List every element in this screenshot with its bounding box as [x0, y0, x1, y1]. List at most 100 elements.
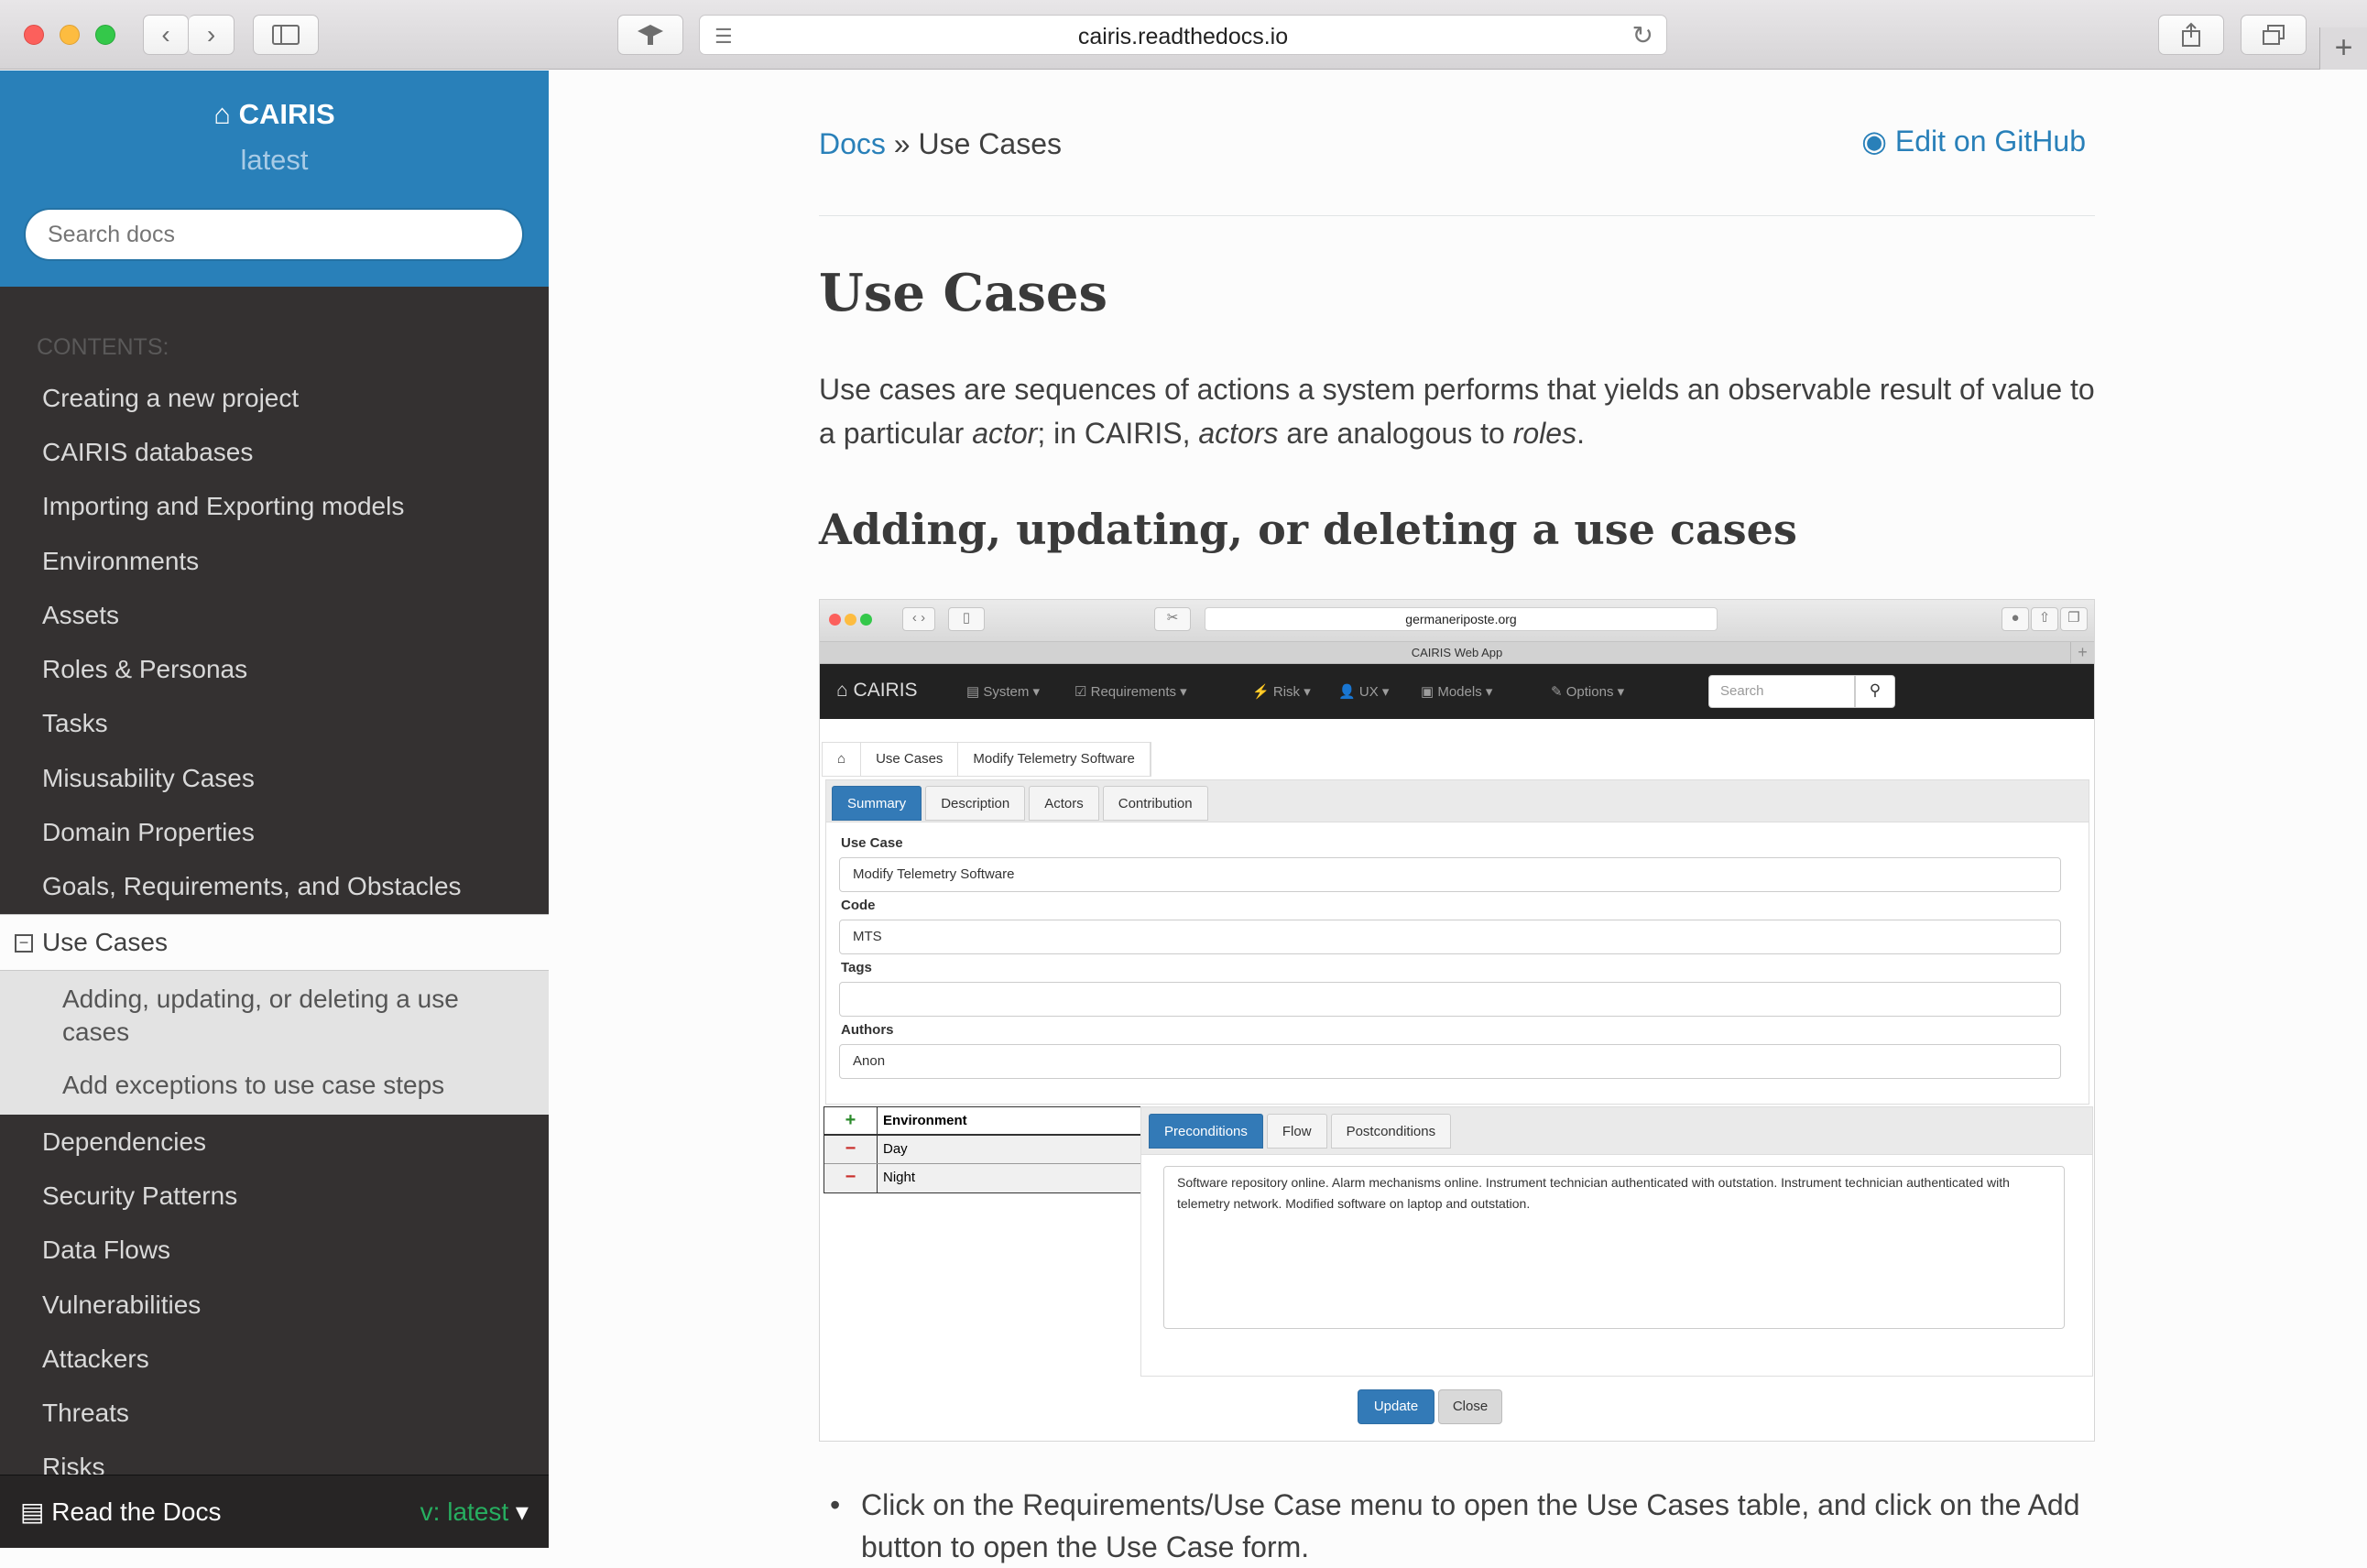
nav-current-label: Use Cases: [42, 927, 168, 956]
screenshot-menu-options: ✎ Options ▾: [1551, 684, 1625, 700]
sidebar-header: ⌂ CAIRIS latest: [0, 71, 549, 287]
graduation-cap-icon: [638, 25, 663, 45]
screenshot-tab: Actors: [1029, 786, 1099, 821]
screenshot-menu-ux: 👤 UX ▾: [1338, 684, 1390, 700]
screenshot-remove-icon: −: [824, 1164, 878, 1192]
screenshot-field: MTS: [839, 920, 2061, 954]
minimize-window-button[interactable]: [60, 25, 80, 45]
chevron-left-icon: ‹: [161, 20, 170, 49]
nav-item[interactable]: Attackers: [0, 1332, 549, 1386]
nav-list: Creating a new project CAIRIS databases …: [0, 371, 549, 1495]
browser-toolbar: ‹ › ☰ cairis.readthedocs.io ↻ +: [0, 0, 2367, 70]
version-selector[interactable]: v: latest ▾: [420, 1497, 529, 1527]
screenshot-field: Anon: [839, 1044, 2061, 1079]
nav-item[interactable]: Goals, Requirements, and Obstacles: [0, 860, 549, 914]
screenshot-field: Modify Telemetry Software: [839, 857, 2061, 892]
show-tabs-button[interactable]: [2241, 15, 2307, 55]
tabs-icon: [2263, 25, 2285, 45]
nav-item[interactable]: Threats: [0, 1386, 549, 1440]
forward-button[interactable]: ›: [189, 15, 235, 55]
screenshot-menu-models: ▣ Models ▾: [1421, 684, 1493, 700]
screenshot-tab: Preconditions: [1149, 1114, 1263, 1149]
use-case-form-screenshot: ‹ › ▯ ✂ germaneriposte.org ● ⇧ ❐ CAIRIS …: [819, 599, 2095, 1442]
nav-item[interactable]: Dependencies: [0, 1115, 549, 1169]
screenshot-share-icon: ⇧: [2031, 607, 2058, 631]
address-bar[interactable]: ☰ cairis.readthedocs.io ↻: [699, 15, 1667, 55]
nav-item[interactable]: Environments: [0, 534, 549, 588]
screenshot-menu-system: ▤ System ▾: [966, 684, 1041, 700]
screenshot-brand: ⌂ CAIRIS: [836, 680, 918, 701]
intro-paragraph: Use cases are sequences of actions a sys…: [819, 373, 2095, 450]
edit-on-github-link[interactable]: ◉ Edit on GitHub: [1861, 124, 2086, 158]
collapse-icon[interactable]: −: [15, 933, 33, 953]
reload-icon[interactable]: ↻: [1632, 20, 1653, 50]
version-label: latest: [240, 144, 309, 176]
screenshot-label: Use Case: [841, 835, 903, 851]
nav-item[interactable]: Vulnerabilities: [0, 1278, 549, 1332]
screenshot-window-title: CAIRIS Web App +: [820, 642, 2094, 664]
extension-button[interactable]: [617, 15, 683, 55]
screenshot-close-dot: [829, 614, 841, 626]
screenshot-tab: Postconditions: [1330, 1114, 1452, 1149]
nav-item-current[interactable]: − Use Cases: [0, 913, 549, 971]
screenshot-condition-tabs: Preconditions Flow Postconditions: [1141, 1107, 2092, 1155]
close-window-button[interactable]: [24, 25, 44, 45]
share-button[interactable]: [2158, 15, 2224, 55]
brand-link[interactable]: ⌂ CAIRIS: [0, 71, 549, 131]
screenshot-zoom-dot: [860, 614, 872, 626]
nav-item[interactable]: Assets: [0, 588, 549, 642]
page-title: Use Cases: [819, 263, 1108, 323]
screenshot-tabs-icon: ❐: [2060, 607, 2088, 631]
new-tab-button[interactable]: +: [2319, 27, 2367, 70]
screenshot-menu-requirements: ☑ Requirements ▾: [1074, 684, 1187, 700]
rtd-version-bar[interactable]: ▤ Read the Docs v: latest ▾: [0, 1475, 549, 1548]
breadcrumb-current: Use Cases: [918, 127, 1062, 160]
show-sidebar-button[interactable]: [253, 15, 319, 55]
screenshot-download-icon: ●: [2002, 607, 2029, 631]
nav-item[interactable]: Misusability Cases: [0, 751, 549, 805]
screenshot-env-cell: Day: [883, 1141, 908, 1157]
brand-label: CAIRIS: [238, 98, 335, 130]
screenshot-env-header: Environment: [883, 1113, 967, 1128]
screenshot-search: Search: [1708, 675, 1855, 708]
edit-on-github-label: Edit on GitHub: [1894, 125, 2086, 158]
screenshot-update-button: Update: [1358, 1389, 1434, 1424]
screenshot-summary-panel: Summary Description Actors Contribution …: [825, 779, 2089, 1105]
screenshot-min-dot: [845, 614, 856, 626]
main-content: Docs » Use Cases ◉ Edit on GitHub Use Ca…: [549, 71, 2367, 1563]
nav-subitem[interactable]: Adding, updating, or deleting a use case…: [62, 971, 549, 1060]
screenshot-tab: Contribution: [1102, 786, 1208, 821]
nav-item[interactable]: Data Flows: [0, 1224, 549, 1278]
nav-item[interactable]: Domain Properties: [0, 805, 549, 859]
screenshot-navbar: ⌂ CAIRIS ▤ System ▾ ☑ Requirements ▾ ⚡ R…: [820, 664, 2094, 719]
screenshot-tabs: Summary Description Actors Contribution: [826, 780, 2089, 822]
screenshot-env-cell: Night: [883, 1170, 916, 1185]
back-button[interactable]: ‹: [143, 15, 189, 55]
screenshot-conditions-panel: Preconditions Flow Postconditions Softwa…: [1140, 1106, 2093, 1377]
zoom-window-button[interactable]: [95, 25, 115, 45]
nav-subitem[interactable]: Add exceptions to use case steps: [62, 1060, 549, 1115]
nav-item[interactable]: CAIRIS databases: [0, 425, 549, 479]
screenshot-nav-arrows: ‹ ›: [902, 607, 935, 631]
breadcrumb: Docs » Use Cases: [819, 127, 1062, 161]
screenshot-search-icon: ⚲: [1855, 675, 1895, 708]
screenshot-remove-icon: −: [824, 1136, 878, 1163]
nav-item[interactable]: Creating a new project: [0, 371, 549, 425]
list-item: Click on the Requirements/Use Case menu …: [830, 1484, 2095, 1568]
nav-item[interactable]: Importing and Exporting models: [0, 480, 549, 534]
chevron-right-icon: ›: [206, 20, 216, 49]
screenshot-url: germaneriposte.org: [1205, 607, 1718, 631]
url-text: cairis.readthedocs.io: [1077, 24, 1289, 49]
nav-item[interactable]: Roles & Personas: [0, 642, 549, 696]
screenshot-breadcrumb: ⌂ Use Cases Modify Telemetry Software: [822, 742, 1151, 777]
screenshot-breadcrumb-item: Modify Telemetry Software: [958, 743, 1151, 776]
breadcrumb-docs-link[interactable]: Docs: [819, 127, 886, 160]
nav-item[interactable]: Security Patterns: [0, 1169, 549, 1223]
screenshot-home-icon: ⌂: [823, 743, 862, 776]
search-docs-input[interactable]: [24, 208, 524, 261]
breadcrumb-separator: »: [893, 127, 911, 160]
share-icon: [2182, 22, 2200, 47]
nav-subitems: Adding, updating, or deleting a use case…: [0, 970, 549, 1115]
rtd-label: Read the Docs: [51, 1497, 222, 1526]
nav-item[interactable]: Tasks: [0, 697, 549, 751]
